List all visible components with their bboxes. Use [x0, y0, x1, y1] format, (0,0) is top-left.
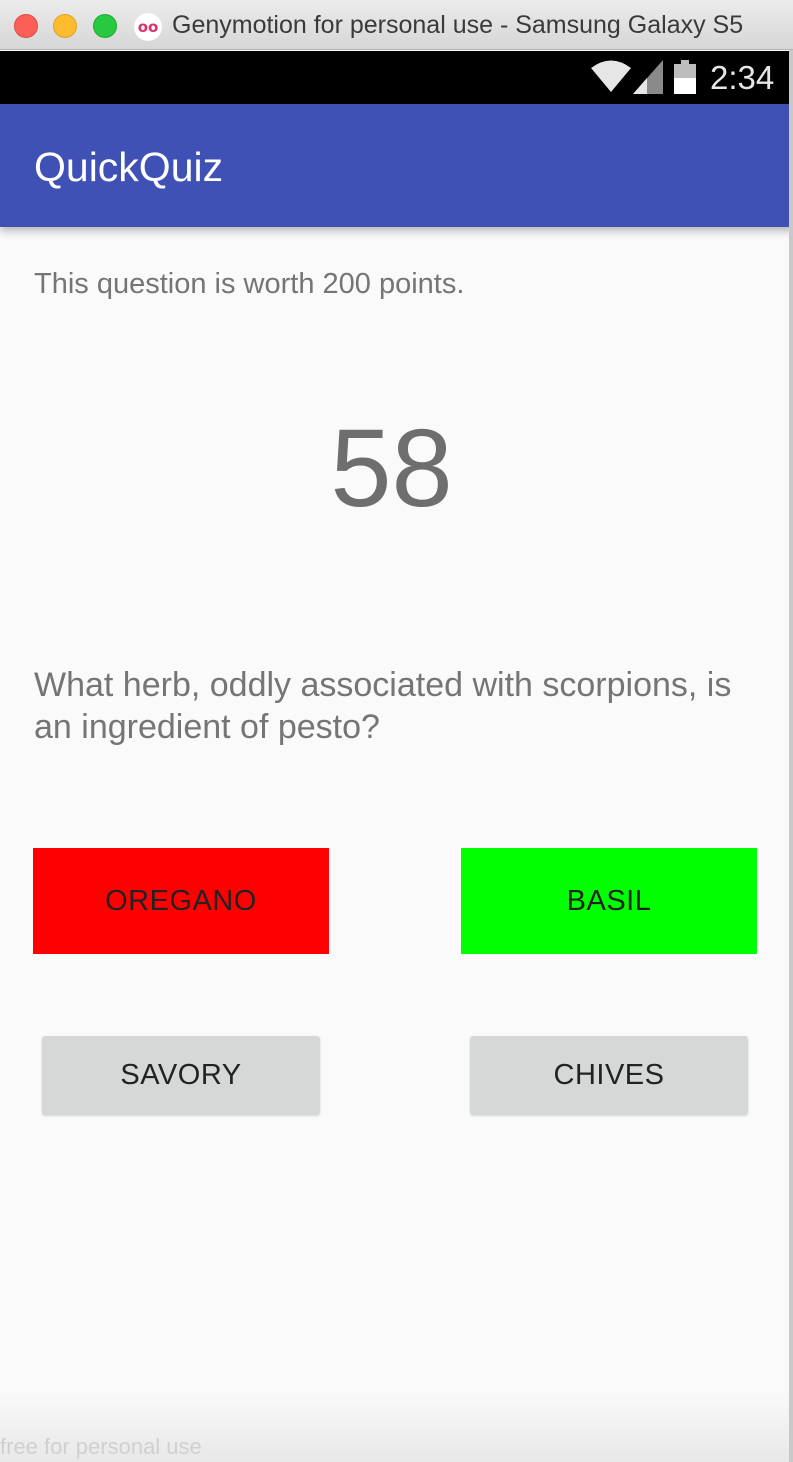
genymotion-logo-icon: oo — [134, 13, 162, 41]
personal-use-watermark: free for personal use — [0, 1434, 202, 1459]
window-edge — [789, 50, 793, 1462]
wifi-icon — [591, 60, 631, 92]
answer-button-basil[interactable]: BASIL — [461, 848, 757, 954]
points-value-text: This question is worth 200 points. — [34, 268, 465, 300]
android-status-bar: 2:34 — [0, 51, 793, 104]
minimize-window-button[interactable] — [53, 14, 77, 38]
countdown-timer: 58 — [330, 407, 453, 530]
answer-button-oregano[interactable]: OREGANO — [33, 848, 329, 954]
window-title: Genymotion for personal use - Samsung Ga… — [172, 11, 744, 39]
app-title: QuickQuiz — [34, 144, 224, 190]
question-text: What herb, oddly associated with scorpio… — [34, 666, 732, 746]
maximize-window-button[interactable] — [93, 14, 117, 38]
status-clock: 2:34 — [710, 59, 775, 96]
emulator-window: oo Genymotion for personal use - Samsung… — [0, 0, 793, 1462]
close-window-button[interactable] — [14, 14, 38, 38]
answer-button-chives[interactable]: CHIVES — [470, 1036, 748, 1115]
signal-icon — [633, 60, 663, 94]
app-toolbar: QuickQuiz — [0, 104, 793, 227]
window-titlebar: oo Genymotion for personal use - Samsung… — [0, 0, 793, 50]
answer-button-savory[interactable]: SAVORY — [42, 1036, 320, 1115]
battery-icon — [674, 60, 696, 94]
